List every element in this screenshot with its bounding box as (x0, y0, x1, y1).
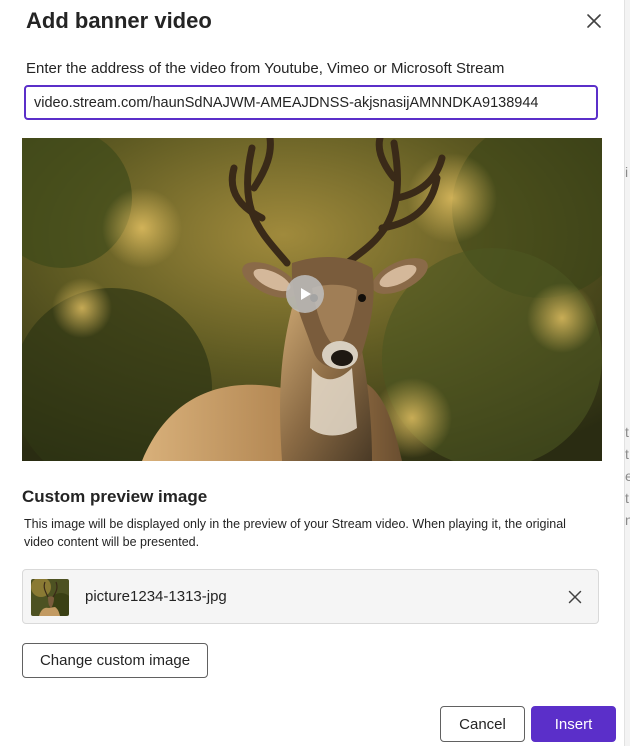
close-button[interactable] (582, 9, 606, 33)
change-custom-image-button[interactable]: Change custom image (22, 643, 208, 678)
custom-image-file: picture1234-1313-jpg (22, 569, 599, 624)
dialog-title: Add banner video (26, 8, 212, 33)
video-address-value: video.stream.com/haunSdNAJWM-AMEAJDNSS-a… (34, 94, 539, 111)
file-thumbnail (31, 579, 69, 616)
play-icon (301, 288, 311, 300)
video-address-input[interactable]: video.stream.com/haunSdNAJWM-AMEAJDNSS-a… (24, 85, 598, 120)
file-name: picture1234-1313-jpg (85, 588, 227, 605)
close-icon (587, 14, 601, 28)
video-address-label: Enter the address of the video from Yout… (26, 60, 505, 77)
custom-preview-description: This image will be displayed only in the… (24, 517, 566, 549)
background-text-fragment: i (625, 164, 629, 180)
custom-preview-title: Custom preview image (22, 487, 208, 506)
background-text-fragment: t (625, 424, 629, 440)
play-button[interactable] (286, 275, 324, 313)
cancel-button[interactable]: Cancel (440, 706, 525, 742)
background-page-edge (624, 0, 630, 746)
background-text-fragment: t (625, 446, 629, 462)
add-banner-video-dialog: i t t e t n Add banner video Enter the a… (0, 0, 630, 746)
insert-button[interactable]: Insert (531, 706, 616, 742)
background-text-fragment: n (625, 512, 630, 528)
background-text-fragment: e (625, 468, 630, 484)
background-text-fragment: t (625, 490, 629, 506)
close-icon (568, 590, 582, 604)
remove-image-button[interactable] (564, 586, 586, 608)
